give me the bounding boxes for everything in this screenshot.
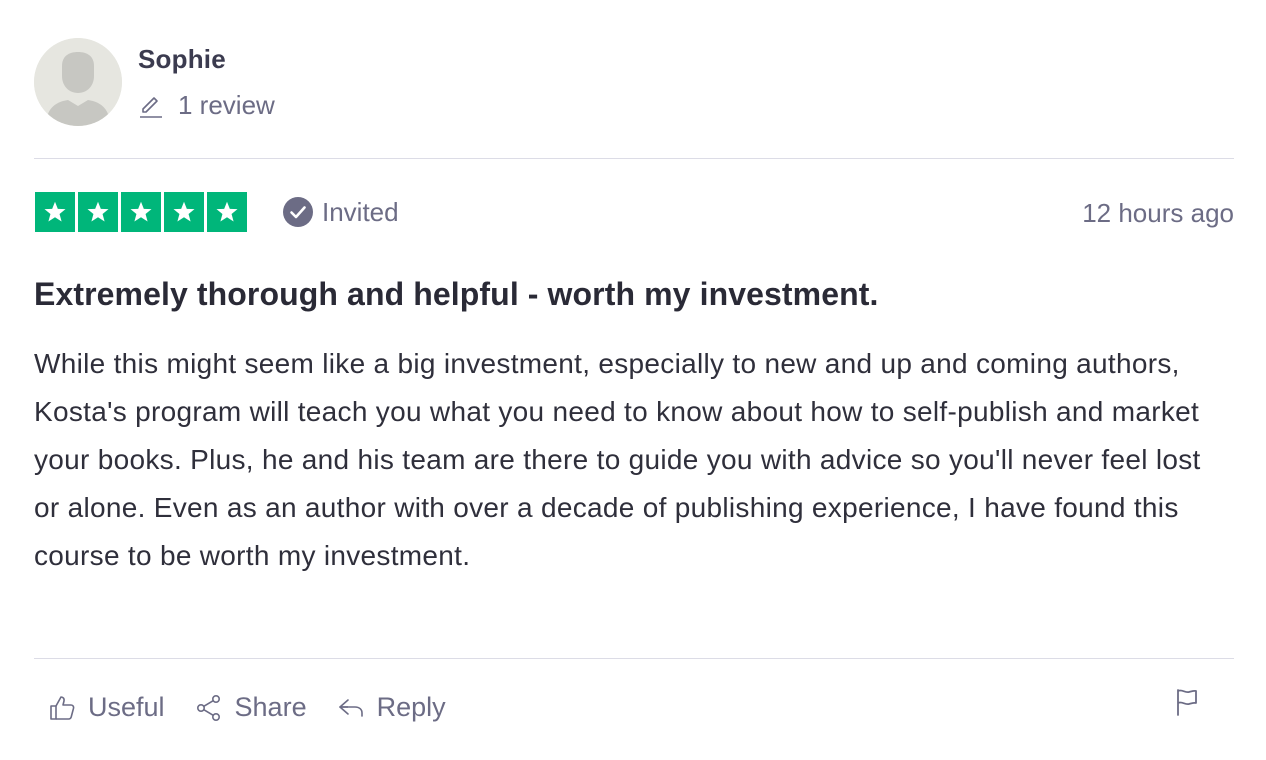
useful-label: Useful	[88, 692, 165, 722]
star-icon	[121, 192, 161, 232]
share-button[interactable]: Share	[195, 692, 307, 723]
review-count-label: 1 review	[178, 90, 275, 120]
flag-icon[interactable]	[1174, 688, 1200, 716]
invited-badge[interactable]: Invited	[282, 196, 399, 228]
avatar[interactable]	[34, 38, 122, 126]
divider	[34, 658, 1234, 659]
default-user-avatar-icon	[34, 38, 122, 126]
share-icon	[196, 694, 220, 721]
star-rating	[35, 192, 247, 232]
star-icon	[35, 192, 75, 232]
star-icon	[78, 192, 118, 232]
review-card: Sophie 1 review Invited 12 hours ago Ext…	[34, 0, 1234, 760]
divider	[34, 158, 1234, 159]
reply-icon	[338, 698, 363, 717]
review-body: While this might seem like a big investm…	[34, 348, 1201, 571]
star-icon	[207, 192, 247, 232]
review-count: 1 review	[138, 90, 275, 121]
thumbs-up-icon	[50, 695, 75, 720]
useful-button[interactable]: Useful	[48, 692, 165, 723]
invited-label: Invited	[322, 196, 399, 227]
review-actions: Useful Share Reply	[48, 692, 476, 723]
review-date: 12 hours ago	[1082, 198, 1234, 228]
review-meta: Invited 12 hours ago	[34, 192, 1234, 232]
star-icon	[164, 192, 204, 232]
reply-label: Reply	[376, 692, 446, 722]
reviewer-header: Sophie 1 review	[34, 38, 1234, 128]
check-circle-icon	[283, 197, 313, 227]
reviewer-name[interactable]: Sophie	[138, 44, 226, 75]
review-title[interactable]: Extremely thorough and helpful - worth m…	[34, 276, 1234, 313]
share-label: Share	[234, 692, 307, 722]
reply-button[interactable]: Reply	[337, 692, 446, 723]
pencil-icon	[140, 96, 162, 118]
